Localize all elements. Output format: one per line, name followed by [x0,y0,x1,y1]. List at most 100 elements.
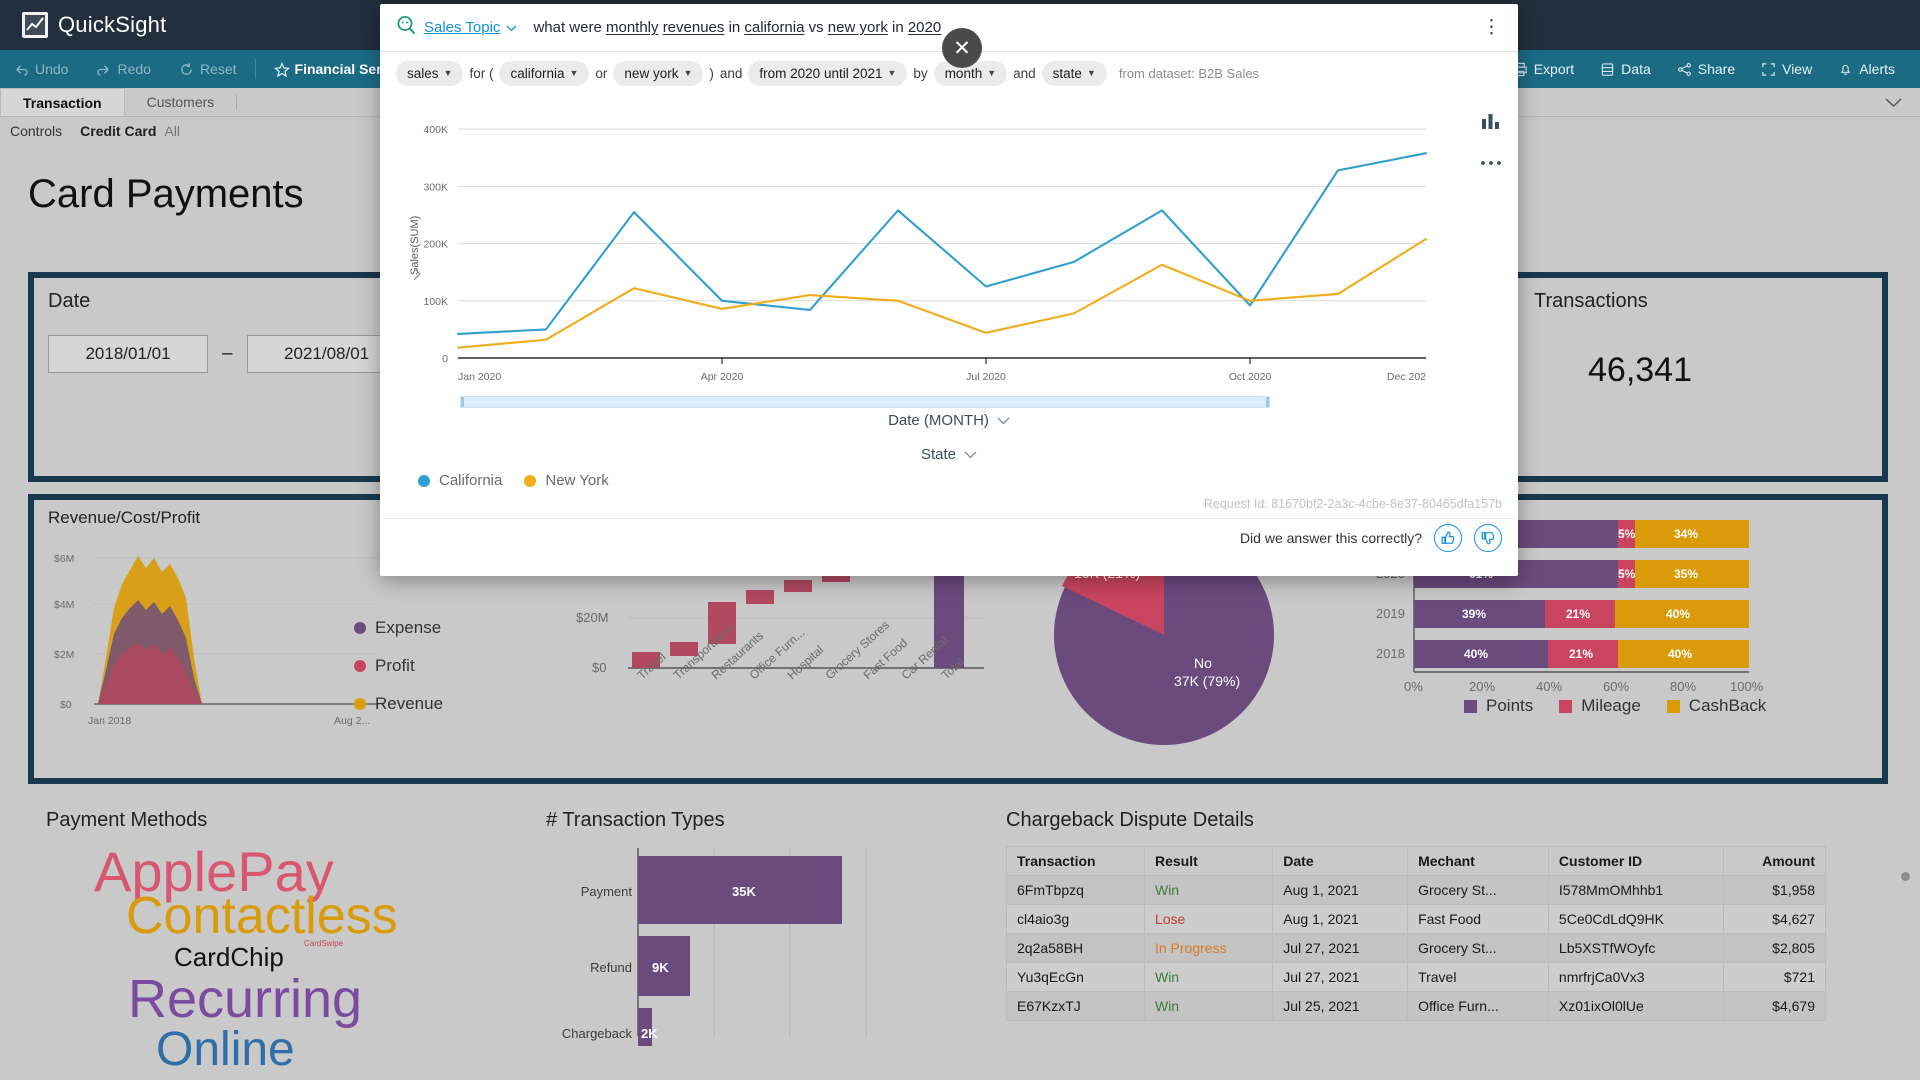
y-tick-1: 100K [423,296,448,308]
chargeback-table[interactable]: Transaction Result Date Mechant Customer… [1006,846,1826,1021]
table-row[interactable]: 2q2a58BHIn ProgressJul 27, 2021Grocery S… [1007,934,1826,963]
tab-customers[interactable]: Customers [125,88,237,116]
word-cardswipe[interactable]: CardSwipe [304,940,343,948]
word-contactless[interactable]: Contactless [126,890,398,942]
thumbs-up-icon[interactable] [1434,524,1462,552]
cell-date: Aug 1, 2021 [1273,876,1408,905]
col-customer-id[interactable]: Customer ID [1548,847,1723,876]
table-row[interactable]: 6FmTbpzqWinAug 1, 2021Grocery St...I578M… [1007,876,1826,905]
undo-label: Undo [35,61,68,77]
alerts-button[interactable]: Alerts [1825,61,1908,77]
table-row[interactable]: Yu3qEcGnWinJul 27, 2021TravelnmrfrjCa0Vx… [1007,963,1826,992]
cell-date: Jul 25, 2021 [1273,992,1408,1021]
cell-customer-id: Lb5XSTfWOyfc [1548,934,1723,963]
chart-range-slider[interactable] [460,396,1270,408]
pill-state-california[interactable]: california▼ [499,61,589,86]
rewards-2018-points: 40% [1464,647,1488,661]
transaction-types-bar-chart[interactable]: Payment 35K Refund 9K Chargeback 2K [546,846,966,1046]
q-question-part-7[interactable]: new york [828,19,888,36]
credit-card-filter-label[interactable]: Credit Card [80,123,156,139]
col-date[interactable]: Date [1273,847,1408,876]
table-row[interactable]: cl4aio3gLoseAug 1, 2021Fast Food5Ce0CdLd… [1007,905,1826,934]
redo-label: Redo [117,61,150,77]
collapse-controls-chevron[interactable] [1885,88,1920,116]
data-button[interactable]: Data [1587,61,1664,77]
cell-date: Jul 27, 2021 [1273,934,1408,963]
rewards-ytick-2019: 2019 [1376,606,1405,621]
col-result[interactable]: Result [1144,847,1272,876]
q-line-chart[interactable]: 0100K200K300K400KJan 2020Apr 2020Jul 202… [396,98,1456,428]
database-icon [1600,62,1615,77]
redo-button[interactable]: Redo [82,61,164,77]
transaction-types-title: # Transaction Types [546,809,986,832]
field-well-state[interactable]: State [921,446,977,463]
controls-label: Controls [10,123,80,139]
rewards-legend-points[interactable]: Points [1464,696,1533,716]
bar-chart-icon[interactable] [1478,108,1504,134]
word-recurring[interactable]: Recurring [128,972,362,1026]
q-question-part-3[interactable]: revenues [663,19,725,36]
pill-group-state[interactable]: state▼ [1042,61,1107,86]
undo-button[interactable]: Undo [0,61,82,77]
q-question-part-5[interactable]: california [744,19,804,36]
star-icon [274,62,289,77]
col-amount[interactable]: Amount [1723,847,1825,876]
revenue-legend-expense[interactable]: Expense [354,618,443,638]
tab-transaction[interactable]: Transaction [0,88,125,116]
col-transaction[interactable]: Transaction [1007,847,1145,876]
col-merchant[interactable]: Mechant [1408,847,1549,876]
q-visual-tools [1478,108,1504,176]
series-line-new-york [458,239,1426,348]
rewards-ytick-2018: 2018 [1376,646,1405,661]
revenue-area-chart[interactable]: $6M $4M $2M $0 Jan 2018 Aug 2... [48,538,388,738]
credit-card-filter-value[interactable]: All [156,123,180,139]
table-row[interactable]: E67KzxTJWinJul 25, 2021Office Furn...Xz0… [1007,992,1826,1021]
word-online[interactable]: Online [156,1026,295,1074]
cell-customer-id: 5Ce0CdLdQ9HK [1548,905,1723,934]
cell-transaction: 6FmTbpzq [1007,876,1145,905]
canvas-scroll-indicator[interactable] [1901,872,1910,881]
ellipsis-icon[interactable] [1478,150,1504,176]
revenue-legend-profit[interactable]: Profit [354,656,443,676]
feedback-row: Did we answer this correctly? [1240,524,1502,552]
view-button[interactable]: View [1748,61,1825,77]
q-question-part-9[interactable]: 2020 [908,19,941,36]
word-cloud[interactable]: ApplePay Contactless CardChip CardSwipe … [46,844,526,1054]
share-button[interactable]: Share [1664,61,1748,77]
chevron-down-icon[interactable] [964,446,977,463]
waterfall-ytick-1: $20M [576,610,609,625]
q-question-text[interactable]: what were monthly revenues in california… [533,19,941,36]
revenue-legend-revenue[interactable]: Revenue [354,694,443,714]
chevron-down-icon[interactable] [997,412,1010,429]
date-from-input[interactable]: 2018/01/01 [48,335,208,373]
cell-date: Jul 27, 2021 [1273,963,1408,992]
reset-button[interactable]: Reset [165,61,251,77]
pill-state-newyork[interactable]: new york▼ [613,61,703,86]
cell-merchant: Grocery St... [1408,934,1549,963]
date-widget-title: Date [48,290,407,313]
pill-date-range[interactable]: from 2020 until 2021▼ [748,61,907,86]
q-topic-label[interactable]: Sales Topic [424,19,500,36]
rewards-2018-cashback: 40% [1668,647,1692,661]
x-tick-2: Jul 2020 [966,371,1006,383]
q-chart-legend: California New York [418,472,609,489]
share-icon [1677,62,1692,77]
redo-icon [96,62,111,77]
field-well-date[interactable]: Date (MONTH) [888,412,1010,429]
rewards-legend-cashback[interactable]: CashBack [1667,696,1766,716]
pill-measure[interactable]: sales▼ [396,61,463,86]
close-icon[interactable]: ✕ [942,28,982,68]
q-question-part-0: what were [533,19,606,36]
rewards-legend-mileage[interactable]: Mileage [1559,696,1641,716]
q-legend-newyork[interactable]: New York [524,472,608,489]
more-vertical-icon[interactable]: ⋮ [1482,24,1502,32]
chevron-down-icon[interactable] [506,19,517,37]
toolbar-actions: Export Data Share View Alerts [1500,61,1920,77]
cell-merchant: Office Furn... [1408,992,1549,1021]
revenue-ytick-1: $4M [54,599,74,611]
q-legend-california[interactable]: California [418,472,502,489]
word-cardchip[interactable]: CardChip [174,944,284,970]
q-question-part-1[interactable]: monthly [606,19,659,36]
cell-result: In Progress [1144,934,1272,963]
thumbs-down-icon[interactable] [1474,524,1502,552]
